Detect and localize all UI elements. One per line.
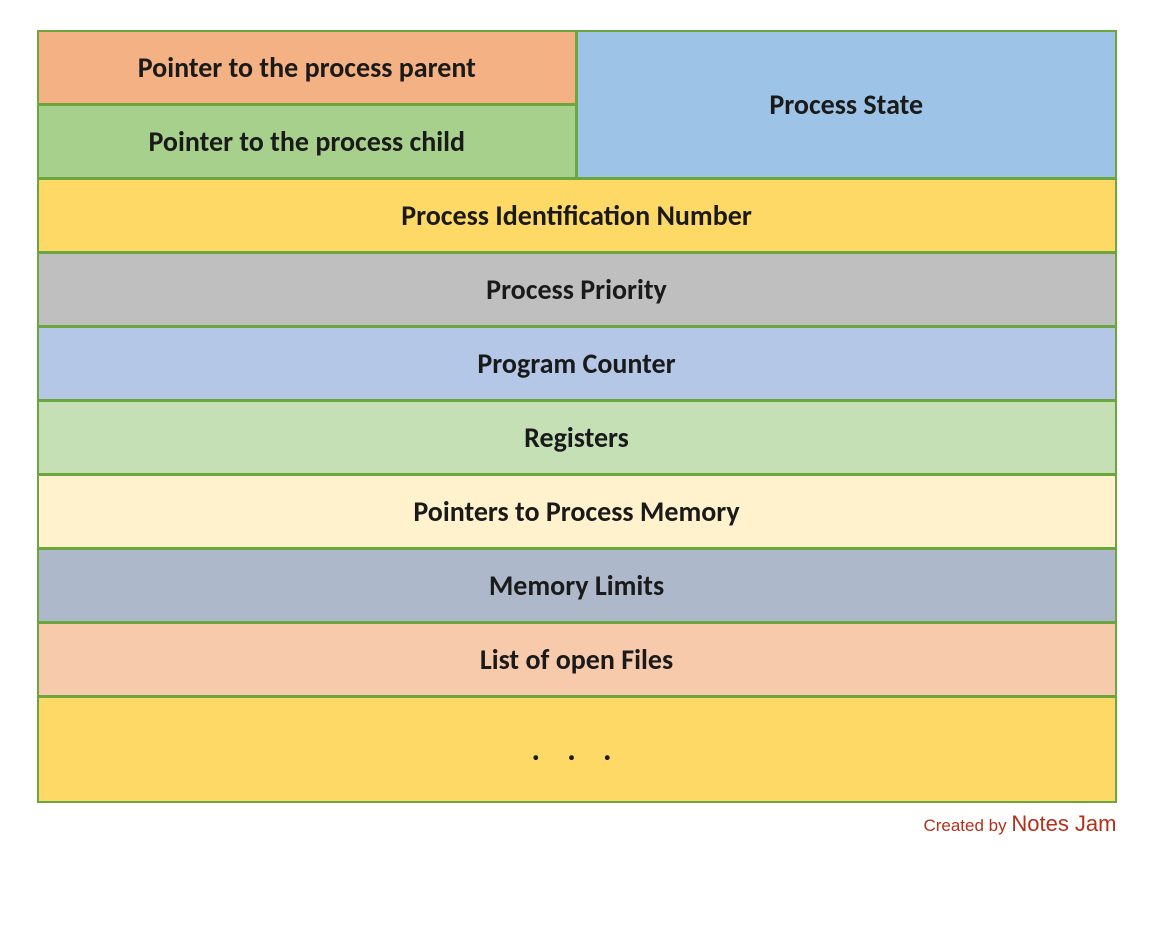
cell-process-state: Process State xyxy=(578,32,1115,177)
cell-more: . . . xyxy=(39,698,1115,801)
credit-name: Notes Jam xyxy=(1011,811,1116,836)
cell-memory-limits: Memory Limits xyxy=(39,550,1115,621)
cell-pointer-parent: Pointer to the process parent xyxy=(39,32,576,103)
cell-open-files: List of open Files xyxy=(39,624,1115,695)
cell-registers: Registers xyxy=(39,402,1115,473)
pcb-diagram: Pointer to the process parent Pointer to… xyxy=(37,30,1117,803)
cell-program-counter: Program Counter xyxy=(39,328,1115,399)
credit-line: Created by Notes Jam xyxy=(37,811,1117,837)
cell-pid: Process Identification Number xyxy=(39,180,1115,251)
cell-pointer-child: Pointer to the process child xyxy=(39,106,576,177)
cell-memory-pointers: Pointers to Process Memory xyxy=(39,476,1115,547)
credit-prefix: Created by xyxy=(923,816,1011,835)
cell-priority: Process Priority xyxy=(39,254,1115,325)
